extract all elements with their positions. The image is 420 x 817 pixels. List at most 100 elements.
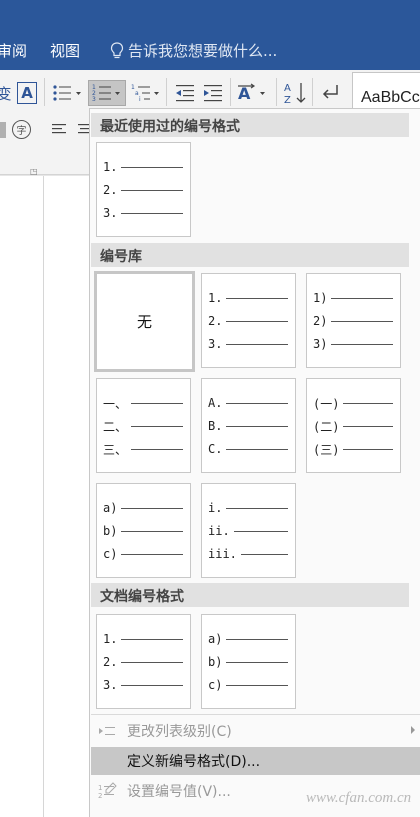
numbering-icon: 1 2 3 — [92, 84, 120, 103]
list-text-line — [226, 507, 289, 509]
numbering-marker: iii. — [208, 547, 237, 561]
numbering-marker: (二) — [313, 419, 340, 434]
list-text-line — [226, 320, 289, 322]
decrease-indent-button[interactable] — [172, 82, 198, 104]
increase-indent-button[interactable] — [200, 82, 226, 104]
numbering-tile-arabic-paren[interactable]: 1) 2) 3) — [306, 273, 401, 368]
ribbon-divider — [44, 78, 45, 106]
numbering-marker: 2. — [103, 655, 118, 669]
numbering-library-dropdown: 最近使用过的编号格式 1. 2. 3. 编号库 无 1. 2. 3. 1) 2) 3) 一、… — [89, 108, 420, 817]
ribbon-divider — [230, 78, 231, 106]
list-text-line — [240, 553, 288, 555]
numbering-tile-lower-roman[interactable]: i. ii. iii. — [201, 483, 296, 578]
numbering-tile-doc-alpha[interactable]: a) b) c) — [201, 614, 296, 709]
numbering-row: 3. — [103, 677, 184, 693]
asian-layout-button[interactable]: A — [236, 82, 270, 104]
numbering-tile-none[interactable]: 无 — [94, 271, 195, 372]
enclose-characters-button[interactable]: 字 — [12, 120, 31, 139]
bullets-icon — [53, 85, 81, 101]
list-text-line — [121, 661, 184, 663]
menu-separator — [91, 714, 420, 715]
sort-button[interactable]: A Z — [282, 80, 308, 106]
numbering-row: (三) — [313, 441, 394, 457]
numbering-library-header: 编号库 — [91, 243, 409, 267]
numbering-tile-arabic-period[interactable]: 1. 2. 3. — [201, 273, 296, 368]
ribbon-divider — [166, 78, 167, 106]
list-text-line — [121, 212, 184, 214]
list-text-line — [226, 684, 289, 686]
ribbon-divider — [276, 78, 277, 106]
numbering-marker: (三) — [313, 442, 340, 457]
numbering-row: 2. — [208, 313, 289, 329]
numbering-row: (二) — [313, 418, 394, 434]
paragraph-mark-icon — [322, 85, 338, 99]
list-text-line — [131, 425, 184, 427]
ribbon-tab-bar: 审阅 视图 告诉我您想要做什么... — [0, 0, 420, 70]
change-list-level-item[interactable]: 更改列表级别(C) — [91, 717, 420, 745]
document-canvas[interactable] — [0, 176, 90, 817]
numbering-tile-recent[interactable]: 1. 2. 3. — [96, 142, 191, 237]
numbering-marker: B. — [208, 419, 223, 433]
numbering-row: a) — [208, 631, 289, 647]
highlight-swatch[interactable] — [0, 122, 6, 138]
numbering-row: 3. — [103, 205, 184, 221]
set-value-icon: 12 — [97, 782, 117, 800]
document-formats-header: 文档编号格式 — [91, 583, 409, 607]
numbering-row: 1) — [313, 290, 394, 306]
numbering-marker: 3. — [208, 337, 223, 351]
change-level-label: 更改列表级别(C) — [127, 724, 232, 740]
list-text-line — [226, 343, 289, 345]
svg-text:2: 2 — [98, 792, 102, 800]
list-text-line — [226, 297, 289, 299]
svg-text:A: A — [238, 84, 251, 103]
list-text-line — [121, 189, 184, 191]
list-text-line — [131, 448, 184, 450]
numbering-tile-doc-arabic[interactable]: 1. 2. 3. — [96, 614, 191, 709]
numbering-tile-lower-alpha[interactable]: a) b) c) — [96, 483, 191, 578]
svg-text:1: 1 — [98, 784, 102, 792]
bullets-button[interactable] — [52, 82, 84, 104]
increase-indent-icon — [204, 85, 222, 102]
numbering-marker: 2. — [208, 314, 223, 328]
multilevel-list-button[interactable]: 1 a i — [130, 82, 162, 104]
list-text-line — [233, 530, 288, 532]
numbering-marker: a) — [103, 501, 118, 515]
define-new-format-item[interactable]: 定义新编号格式(D)... — [91, 747, 420, 775]
numbering-row: 2. — [103, 182, 184, 198]
numbering-row: 2) — [313, 313, 394, 329]
numbering-marker: 1. — [103, 160, 118, 174]
numbering-row: (一) — [313, 395, 394, 411]
numbering-marker: 3) — [313, 337, 328, 351]
tab-view[interactable]: 视图 — [50, 40, 80, 61]
tell-me-box[interactable]: 告诉我您想要做什么... — [110, 40, 277, 61]
numbering-button[interactable]: 1 2 3 — [88, 80, 126, 106]
sort-az-icon: A Z — [284, 83, 306, 106]
numbering-row: 1. — [208, 290, 289, 306]
style-gallery-preview[interactable]: AaBbCc — [352, 72, 420, 112]
numbering-tile-chinese-paren[interactable]: (一) (二) (三) — [306, 378, 401, 473]
numbering-marker: i. — [208, 501, 223, 515]
character-border-button[interactable]: A — [17, 82, 37, 104]
show-hide-marks-button[interactable] — [318, 82, 342, 104]
dialog-launcher-icon[interactable]: ◳ — [30, 167, 38, 176]
recent-formats-header: 最近使用过的编号格式 — [91, 113, 409, 137]
numbering-marker: C. — [208, 442, 223, 456]
numbering-row: C. — [208, 441, 289, 457]
numbering-row: 3. — [208, 336, 289, 352]
list-text-line — [343, 448, 394, 450]
numbering-row: b) — [208, 654, 289, 670]
numbering-marker: 一、 — [103, 396, 128, 411]
list-text-line — [226, 448, 289, 450]
numbering-tile-upper-alpha[interactable]: A. B. C. — [201, 378, 296, 473]
svg-text:i: i — [139, 96, 141, 103]
align-left-button[interactable] — [50, 122, 70, 138]
numbering-tile-chinese-comma[interactable]: 一、 二、 三、 — [96, 378, 191, 473]
list-text-line — [226, 661, 289, 663]
tab-review[interactable]: 审阅 — [0, 40, 27, 61]
none-label: 无 — [136, 313, 152, 331]
ribbon-divider — [312, 78, 313, 106]
decrease-indent-icon — [176, 85, 194, 102]
list-text-line — [331, 320, 394, 322]
phonetic-guide-button[interactable]: 变 — [0, 82, 12, 104]
numbering-row: c) — [208, 677, 289, 693]
